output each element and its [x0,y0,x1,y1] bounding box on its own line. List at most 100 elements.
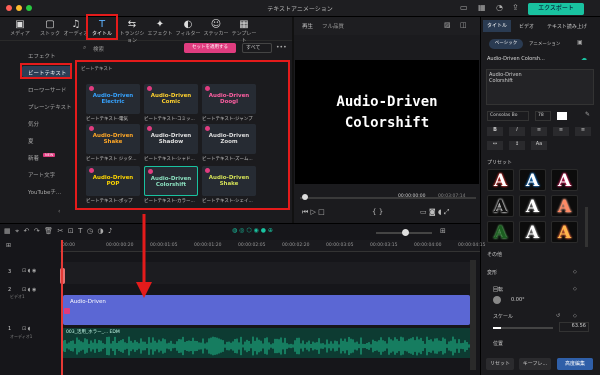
eye-icon[interactable]: ◉ [32,268,36,274]
fullscreen-icon[interactable]: ⤢ [444,208,450,216]
mute-icon[interactable]: ◖ [28,287,31,293]
align-right-button[interactable]: ≡ [575,127,591,136]
timeline-settings-icon[interactable]: ⊞ [440,227,446,235]
category-plain-text[interactable]: プレーンテキスト [28,103,72,111]
eye-icon[interactable]: ◉ [32,287,36,293]
playhead[interactable] [61,240,63,375]
display-icon[interactable]: ▭ [420,208,427,216]
tab-filters[interactable]: ◐ フィルター [174,19,202,37]
magnet-icon[interactable]: ◎ [239,227,244,234]
template-tile[interactable]: Audio-Driven Colorshift [144,166,198,196]
apply-set-button[interactable]: セットを適用する [184,43,236,53]
undo-icon[interactable]: ↶ [23,227,29,235]
font-size-select[interactable]: 78 [535,111,551,121]
lock-icon[interactable]: ⊡ [22,287,26,293]
tab-media[interactable]: ▣ メディア [6,19,34,37]
spacing-button[interactable]: ↔ [487,141,503,150]
category-art-text[interactable]: アート文字 [28,171,55,179]
render-icon[interactable]: ◍ [232,227,237,234]
snapshot-icon[interactable]: ◫ [460,21,467,29]
scale-keyframe-icon[interactable]: ◇ [573,313,577,319]
keyframe-button[interactable]: キーフレ... [519,358,551,370]
reset-button[interactable]: リセット [486,358,514,370]
template-tile[interactable]: Audio-Driven Doogl [202,84,256,114]
tab-stickers[interactable]: ☺ ステッカー [202,19,230,37]
line-height-button[interactable]: ↕ [509,141,525,150]
subtab-animation[interactable]: アニメーション [529,41,560,47]
export-button[interactable]: エクスポート [528,3,584,15]
zoom-handle[interactable] [402,229,409,236]
tab-tts[interactable]: テキスト読み上げ [547,23,587,30]
mark-in-icon[interactable]: { [372,208,376,216]
eyedropper-icon[interactable]: ✎ [585,111,590,118]
category-mood[interactable]: 気分 [28,120,39,128]
mark-out-icon[interactable]: } [379,208,383,216]
more-icon[interactable]: ••• [276,44,287,51]
upload-icon[interactable]: ⇪ [512,3,519,12]
italic-button[interactable]: I [509,127,525,136]
font-select[interactable]: Consolas Bo [487,111,529,121]
category-new[interactable]: 新着 [28,154,39,162]
align-center-button[interactable]: ≡ [553,127,569,136]
delete-icon[interactable]: 🗑 [44,227,53,235]
lock-icon[interactable]: ⊡ [22,268,26,274]
preview-tab[interactable]: 再生 [302,22,313,30]
category-lower-third[interactable]: ローワーサード [28,86,66,94]
select-icon[interactable]: ⌖ [15,227,19,235]
align-left-button[interactable]: ≡ [531,127,547,136]
layout-icon[interactable]: ▦ [4,227,11,235]
preset-swatch[interactable]: A [519,169,546,191]
template-tile[interactable]: Audio-Driven Shake [202,166,256,196]
bold-button[interactable]: B [487,127,503,136]
mute-icon[interactable]: ◖ [28,326,31,332]
color-swatch[interactable] [557,112,567,120]
play-icon[interactable]: ▷ [311,208,316,216]
quality-select[interactable]: フル品質 [322,22,344,30]
stop-icon[interactable]: □ [318,208,325,216]
text-icon[interactable]: T [78,227,82,235]
audio-icon[interactable]: ♪ [108,227,112,235]
color-icon[interactable]: ◑ [97,227,103,235]
preset-swatch[interactable]: A [551,169,578,191]
tab-transitions[interactable]: ⇆ トランジション [118,19,146,44]
save-icon[interactable]: ▣ [577,39,583,46]
transform-toggle-icon[interactable]: ◇ [573,269,577,275]
rotate-keyframe-icon[interactable]: ◇ [573,286,577,292]
preset-swatch[interactable]: A [551,221,578,243]
volume-icon[interactable]: ◖ [438,208,442,216]
scale-value[interactable]: 63.56 [559,322,589,332]
subtab-basic[interactable]: ベーシック [489,39,523,49]
record-icon[interactable]: ● [261,227,266,234]
template-tile[interactable]: Audio-Driven Comic [144,84,198,114]
reset-icon[interactable]: ↺ [556,313,560,319]
tab-video-props[interactable]: ビデオ [519,23,534,30]
tab-title-props[interactable]: タイトル [483,20,511,32]
timeline-scrollbar[interactable] [470,260,476,370]
preset-swatch[interactable]: A [519,221,546,243]
speed-icon[interactable]: ◷ [87,227,93,235]
template-tile[interactable]: Audio-Driven POP [86,166,140,196]
redo-icon[interactable]: ↷ [34,227,40,235]
preset-scrollbar[interactable] [585,207,588,247]
advanced-edit-button[interactable]: 高度編集 [557,358,593,370]
category-summer[interactable]: 夏 [28,137,34,145]
camera-icon[interactable]: ◙ [429,208,436,216]
tab-effects[interactable]: ✦ エフェクト [146,19,174,37]
lock-icon[interactable]: ⊡ [22,326,26,332]
rotate-value[interactable]: 0.00° [511,297,525,303]
preset-swatch[interactable]: A [487,195,514,217]
preset-swatch[interactable]: A [551,195,578,217]
marker-icon[interactable]: ⬡ [246,227,251,234]
preset-swatch[interactable]: A [487,221,514,243]
add-track-icon[interactable]: ⊞ [6,242,11,249]
case-button[interactable]: Aa [531,141,547,150]
title-clip[interactable] [63,295,470,325]
prev-frame-icon[interactable]: ⏮ [302,208,308,216]
notification-icon[interactable]: ◔ [496,3,503,12]
grid-icon[interactable]: ▦ [478,3,486,12]
search-input[interactable]: 検索 [93,45,104,53]
rotate-dial[interactable] [493,296,501,304]
template-tile[interactable]: Audio-Driven Shadow [144,124,198,154]
template-tile[interactable]: Audio-Driven Zoom [202,124,256,154]
preset-swatch[interactable]: A [487,169,514,191]
